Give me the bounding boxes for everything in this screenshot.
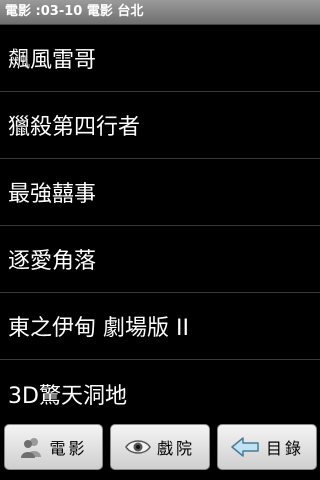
people-icon <box>19 435 43 459</box>
movie-title: 3D驚天洞地 <box>8 383 127 409</box>
list-item[interactable]: 3D驚天洞地 <box>0 360 320 421</box>
movies-button[interactable]: 電影 <box>4 424 103 470</box>
title-text: 電影 :03-10 電影 台北 <box>5 4 144 19</box>
list-item[interactable]: 東之伊甸 劇場版 II <box>0 293 320 360</box>
menu-button-label: 目錄 <box>265 439 304 458</box>
list-item[interactable]: 獵殺第四行者 <box>0 92 320 159</box>
movie-title: 獵殺第四行者 <box>8 115 141 140</box>
list-item[interactable]: 逐愛角落 <box>0 226 320 293</box>
left-arrow-icon <box>230 436 260 458</box>
title-bar: 電影 :03-10 電影 台北 <box>0 0 320 25</box>
list-item[interactable]: 最強囍事 <box>0 159 320 226</box>
movie-list[interactable]: 飆風雷哥 獵殺第四行者 最強囍事 逐愛角落 東之伊甸 劇場版 II 3D驚天洞地 <box>0 25 320 421</box>
movies-button-label: 電影 <box>49 439 88 458</box>
movie-title: 逐愛角落 <box>8 249 97 274</box>
movie-title: 東之伊甸 劇場版 II <box>8 316 189 341</box>
list-item[interactable]: 飆風雷哥 <box>0 25 320 92</box>
movie-title: 最強囍事 <box>8 182 97 207</box>
app-screen: 電影 :03-10 電影 台北 飆風雷哥 獵殺第四行者 最強囍事 逐愛角落 東之… <box>0 0 320 480</box>
theaters-button[interactable]: 戲院 <box>110 424 210 470</box>
eye-icon <box>125 438 151 456</box>
movie-title: 飆風雷哥 <box>8 48 97 73</box>
theaters-button-label: 戲院 <box>156 439 195 458</box>
bottom-toolbar: 電影 戲院 目錄 <box>0 421 320 480</box>
menu-button[interactable]: 目錄 <box>217 424 317 470</box>
